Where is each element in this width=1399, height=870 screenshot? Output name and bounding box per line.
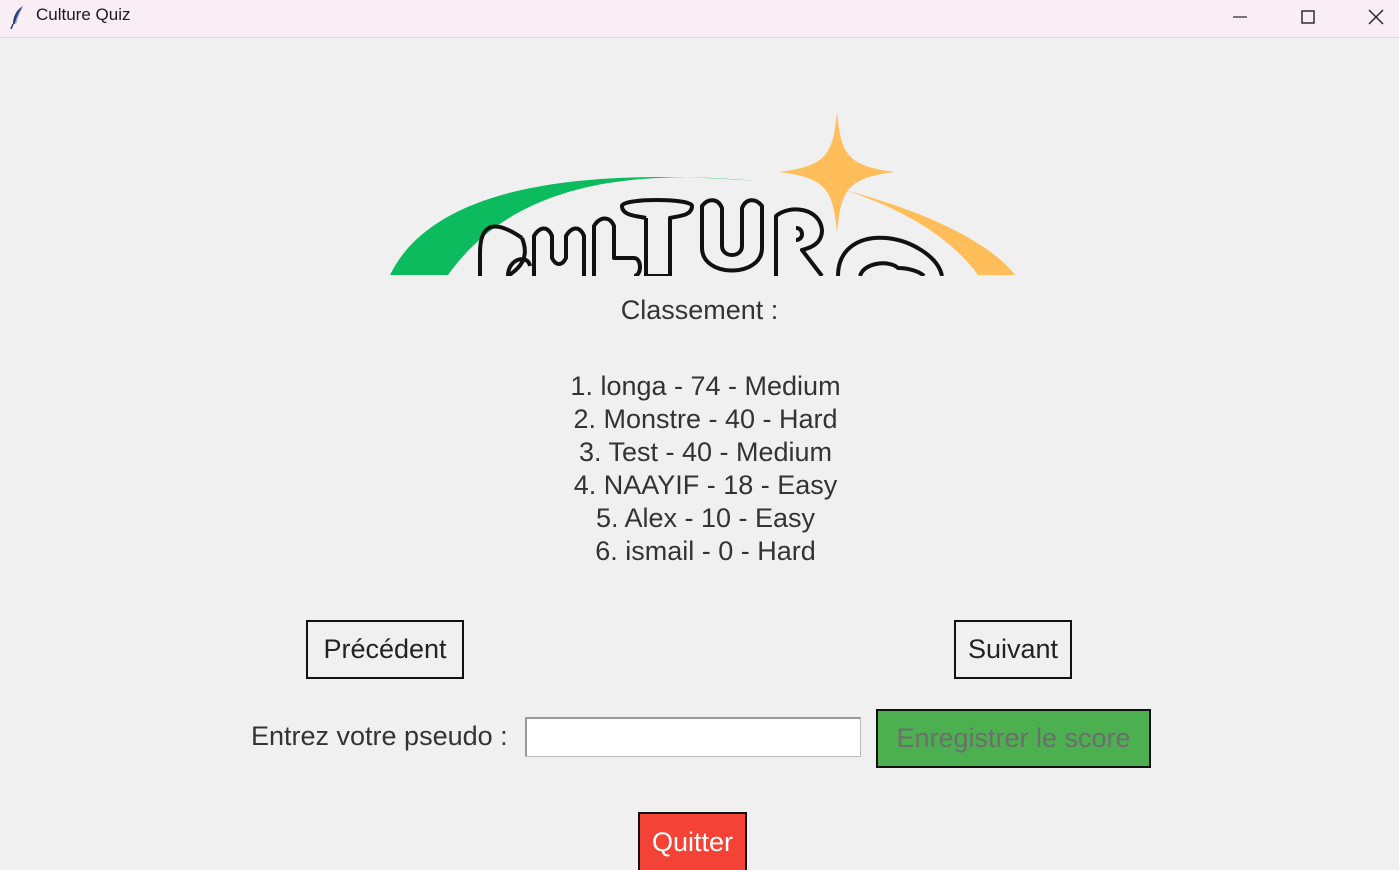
next-button[interactable]: Suivant [954,620,1072,679]
window-title: Culture Quiz [36,5,131,24]
maximize-icon [1300,9,1316,30]
pseudo-label: Entrez votre pseudo : [251,721,508,751]
leaderboard-entry: 6. ismail - 0 - Hard [595,536,816,566]
maximize-button[interactable] [1276,0,1340,38]
leaderboard-heading: Classement : [620,295,779,325]
feather-icon [8,4,28,30]
quit-button[interactable]: Quitter [638,812,747,870]
close-window-button[interactable] [1344,0,1399,38]
leaderboard-entry: 5. Alex - 10 - Easy [595,503,816,533]
close-icon [1367,8,1385,31]
previous-button[interactable]: Précédent [306,620,464,679]
culture-logo [390,108,1018,278]
minimize-icon [1232,9,1248,30]
leaderboard-list: 1. longa - 74 - Medium 2. Monstre - 40 -… [0,370,1399,568]
minimize-button[interactable] [1208,0,1272,38]
save-score-button[interactable]: Enregistrer le score [876,709,1151,768]
title-bar: Culture Quiz [0,0,1399,38]
leaderboard-entry: 3. Test - 40 - Medium [578,437,833,467]
pseudo-input[interactable] [525,717,861,757]
leaderboard-entry: 4. NAAYIF - 18 - Easy [573,470,838,500]
leaderboard-entry: 2. Monstre - 40 - Hard [573,404,838,434]
leaderboard-entry: 1. longa - 74 - Medium [570,371,841,401]
